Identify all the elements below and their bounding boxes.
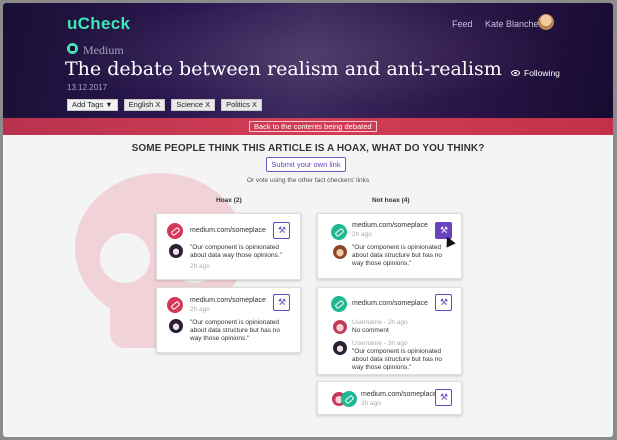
hoax-question: SOME PEOPLE THINK THIS ARTICLE IS A HOAX… (131, 143, 485, 154)
comment-text: "Our component is opinionated about data… (352, 244, 442, 267)
nav-feed-link[interactable]: Feed (452, 19, 473, 29)
eye-icon (511, 70, 520, 76)
comment-text: "Our component is opinionated about data… (190, 319, 280, 342)
card-time: 3h ago (361, 400, 381, 407)
not-hoax-link-card[interactable]: medium.com/someplace ⚒ Username - 2h ago… (317, 287, 462, 375)
user-name-link[interactable]: Kate Blanchett (485, 19, 544, 29)
commenter-avatar (333, 341, 347, 355)
following-label: Following (524, 68, 560, 78)
back-to-debated-button[interactable]: Back to the contents being debated (249, 121, 377, 132)
comment-meta: Username - 3h ago (352, 340, 408, 347)
comment-text: No comment (352, 327, 389, 334)
gavel-icon: ⚒ (278, 297, 287, 307)
comment-time: 2h ago (190, 263, 210, 270)
tag-science[interactable]: Science X (171, 99, 216, 111)
gavel-icon: ⚒ (440, 297, 449, 307)
card-time: 2h ago (190, 306, 210, 313)
comment-meta: Username - 2h ago (352, 319, 408, 326)
tag-english[interactable]: English X (123, 99, 166, 111)
gavel-icon: ⚒ (278, 225, 287, 235)
vote-gavel-button[interactable]: ⚒ (435, 294, 452, 311)
link-icon (167, 223, 183, 239)
card-url[interactable]: medium.com/someplace (352, 222, 428, 229)
commenter-avatar (169, 244, 183, 258)
app-window: uCheck Feed Kate Blanchett Medium The de… (3, 3, 613, 437)
app-logo[interactable]: uCheck (67, 14, 130, 34)
article-source: Medium (83, 43, 124, 57)
comment-text: "Our component is opinionated about data… (352, 348, 442, 371)
vote-gavel-button[interactable]: ⚒ (273, 294, 290, 311)
submit-link-button[interactable]: Submit your own link (266, 157, 346, 172)
commenter-avatar (169, 319, 183, 333)
not-hoax-link-card[interactable]: medium.com/someplace 3h ago ⚒ (317, 381, 462, 415)
commenter-avatar (333, 245, 347, 259)
vote-hint: Or vote using the other fact checkers' l… (246, 177, 370, 184)
tag-list: Add Tags ▼ English X Science X Politics … (67, 99, 262, 111)
link-icon (341, 391, 357, 407)
link-icon (167, 297, 183, 313)
following-toggle[interactable]: Following (511, 68, 560, 78)
vote-gavel-button[interactable]: ⚒ (273, 222, 290, 239)
hoax-column-title: Hoax (2) (216, 197, 242, 204)
card-url[interactable]: medium.com/someplace (352, 300, 428, 307)
vote-gavel-button[interactable]: ⚒ (435, 389, 452, 406)
add-tags-dropdown[interactable]: Add Tags ▼ (67, 99, 118, 111)
medium-logo-icon (67, 43, 78, 54)
comment-text: "Our component is opinionated about data… (190, 244, 282, 259)
card-url[interactable]: medium.com/someplace (361, 391, 437, 398)
not-hoax-link-card[interactable]: medium.com/someplace 2h ago ⚒ "Our compo… (317, 213, 462, 279)
gavel-icon: ⚒ (440, 392, 449, 402)
gavel-icon: ⚒ (440, 225, 449, 235)
hoax-link-card[interactable]: medium.com/someplace ⚒ "Our component is… (156, 213, 301, 280)
article-title: The debate between realism and anti-real… (65, 58, 502, 80)
not-hoax-column-title: Not hoax (4) (372, 197, 410, 204)
link-icon (331, 224, 347, 240)
card-time: 2h ago (352, 231, 372, 238)
article-date: 13.12.2017 (67, 83, 108, 92)
hoax-link-card[interactable]: medium.com/someplace 2h ago ⚒ "Our compo… (156, 287, 301, 353)
user-avatar[interactable] (538, 14, 554, 30)
card-url[interactable]: medium.com/someplace (190, 227, 266, 234)
link-icon (331, 296, 347, 312)
card-url[interactable]: medium.com/someplace (190, 297, 266, 304)
tag-politics[interactable]: Politics X (221, 99, 262, 111)
commenter-avatar (333, 320, 347, 334)
